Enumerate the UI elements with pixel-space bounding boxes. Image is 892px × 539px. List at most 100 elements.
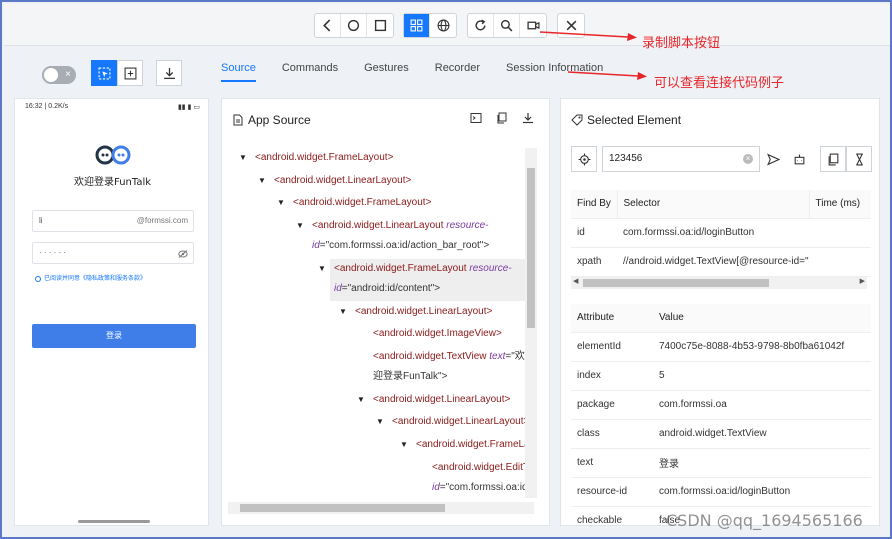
tab-recorder[interactable]: Recorder [435,62,480,82]
scroll-left-icon[interactable]: ◀ [573,277,578,285]
scroll-right-icon[interactable]: ▶ [860,277,865,285]
copy-icon [828,153,838,165]
login-button[interactable]: 登录 [32,324,196,348]
chevron-left-icon [323,19,331,32]
tree-node[interactable]: <android.widget.EditT [432,458,527,478]
download-screenshot-button[interactable] [156,60,182,86]
send-keys-input[interactable]: 123456 × [602,146,760,172]
locate-button[interactable] [571,146,597,172]
terminal-icon [470,113,482,123]
col-header: Value [653,304,871,333]
caret-down-icon[interactable]: ▼ [239,148,247,168]
toggle-knob [44,68,58,82]
email-suffix: @formssi.com [136,216,188,225]
username-value: li [39,216,43,225]
caret-down-icon[interactable]: ▼ [357,390,365,410]
app-source-title: App Source [248,113,311,127]
timing-button[interactable] [846,146,872,172]
col-header: Time (ms) [808,190,871,219]
tree-node[interactable]: ▼ <android.widget.FrameLayout> [239,148,393,168]
scroll-thumb[interactable] [240,504,445,512]
caret-down-icon[interactable]: ▼ [296,216,304,236]
watermark: CSDN @qq_1694565166 [666,511,863,530]
refresh-button[interactable] [468,14,494,37]
scroll-thumb[interactable] [527,168,535,328]
tab-source[interactable]: Source [221,62,256,82]
table-row: index 5 [571,361,871,391]
tab-gestures[interactable]: Gestures [364,62,409,82]
back-button[interactable] [315,14,341,37]
scroll-thumb[interactable] [583,279,769,287]
password-value: · · · · · · [39,248,67,257]
native-mode-button[interactable] [404,14,430,37]
terminal-button[interactable] [463,112,489,124]
status-time: 16:32 | 0.2K/s [25,103,69,110]
refresh-icon [475,19,486,31]
send-keys-button[interactable] [760,146,786,172]
find-by-table: Find By Selector Time (ms) id com.formss… [571,190,871,277]
action-group [467,13,547,38]
clear-icon[interactable]: × [743,154,753,164]
inspector-tabs: Source Commands Gestures Recorder Sessio… [221,62,629,82]
tab-commands[interactable]: Commands [282,62,338,82]
eye-off-icon[interactable] [178,250,188,258]
cursor-select-icon [98,67,110,79]
table-row: text 登录 [571,448,871,478]
caret-down-icon[interactable]: ▼ [376,412,384,432]
table-row[interactable]: xpath //android.widget.TextView[@resourc… [571,247,871,277]
tree-node[interactable]: ▼ <android.widget.FrameLayout> [277,193,431,213]
vertical-scrollbar[interactable] [525,148,537,498]
caret-down-icon[interactable]: ▼ [318,259,326,279]
hourglass-icon [855,153,863,165]
table-row: elementId 7400c75e-8088-4b53-9798-8b0fba6… [571,332,871,362]
tree-node[interactable]: ▼ <android.widget.LinearLayout> [357,390,510,410]
copy-icon [497,112,507,124]
download-icon [163,67,175,79]
top-toolbar [4,4,890,46]
tree-node[interactable]: <android.widget.ImageView> [373,324,502,344]
tree-node[interactable]: ▼ <android.widget.FrameLay [400,435,527,455]
screenshot-toggle[interactable]: × [42,66,76,84]
copy-attributes-button[interactable] [820,146,846,172]
tap-coordinates-button[interactable] [117,60,143,86]
download-xml-button[interactable] [515,112,541,124]
grid-icon [410,19,423,32]
caret-down-icon[interactable]: ▼ [258,171,266,191]
welcome-text: 欢迎登录FunTalk [73,177,152,188]
tree-node[interactable]: ▼ <android.widget.LinearLayout> [258,171,411,191]
robot-icon [794,154,804,164]
caret-down-icon[interactable]: ▼ [339,302,347,322]
tree-node-selected[interactable]: ▼ <android.widget.FrameLayout resource-id… [318,259,526,301]
square-icon [374,19,386,32]
tree-node[interactable]: ▼ <android.widget.LinearLayout> [376,412,527,432]
element-actions: 123456 × [571,146,872,172]
tree-node[interactable]: <android.widget.TextView text="欢 [373,347,525,367]
table-row[interactable]: id com.formssi.oa:id/loginButton [571,218,871,248]
send-keys-value: 123456 [609,153,643,164]
funtalk-logo-icon [95,145,131,165]
caret-down-icon[interactable]: ▼ [400,435,408,455]
tree-node[interactable]: ▼ <android.widget.LinearLayout> [339,302,492,322]
app-switch-button[interactable] [367,14,393,37]
horizontal-scrollbar[interactable]: ◀ ▶ [571,277,867,289]
search-button[interactable] [494,14,520,37]
caret-down-icon[interactable]: ▼ [277,193,285,213]
clear-element-button[interactable] [786,146,812,172]
plus-square-icon [124,67,136,79]
radio-icon[interactable] [35,275,41,282]
copy-xml-button[interactable] [489,112,515,124]
consent-row[interactable]: 已阅读并同意《隐私政策和服务条款》 [35,273,146,282]
circle-icon [347,19,360,32]
tab-session-information[interactable]: Session Information [506,62,603,82]
horizontal-scrollbar[interactable] [228,502,534,514]
select-element-button[interactable] [91,60,117,86]
device-screenshot[interactable]: 16:32 | 0.2K/s ▮▮ ▮ ▭ 欢迎登录FunTalk li @fo… [14,98,209,526]
globe-icon [437,19,449,32]
video-icon [526,21,540,30]
username-field[interactable]: li @formssi.com [32,210,194,232]
app-window: 录制脚本按钮 可以查看连接代码例子 × Source Commands Gest… [0,0,892,539]
home-button[interactable] [341,14,367,37]
web-mode-button[interactable] [430,14,456,37]
password-field[interactable]: · · · · · · [32,242,194,264]
tree-node[interactable]: ▼ <android.widget.LinearLayout resource- [296,216,489,236]
